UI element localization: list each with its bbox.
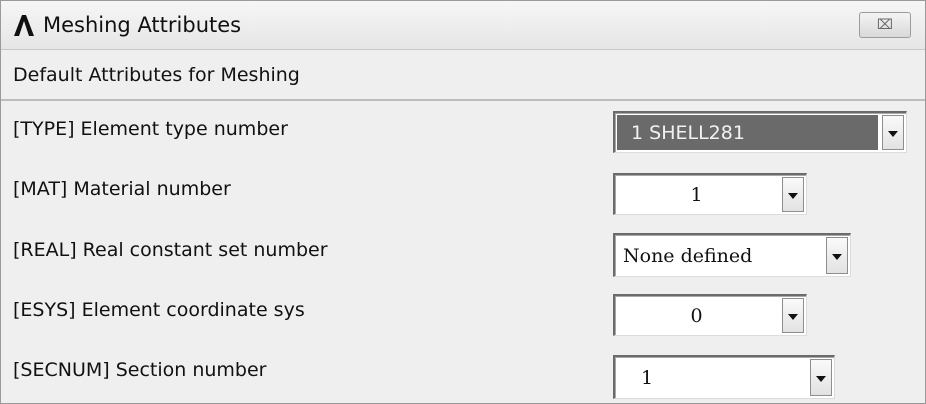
element-coordinate-select[interactable]: 0 [613, 294, 807, 336]
real-constant-label: [REAL] Real constant set number [13, 239, 328, 261]
element-type-label: [TYPE] Element type number [13, 118, 288, 140]
section-header-label: Default Attributes for Meshing [13, 64, 300, 86]
row-element-type: [TYPE] Element type number 1 SHELL281 [1, 101, 925, 161]
material-select[interactable]: 1 [613, 173, 807, 215]
chevron-down-icon[interactable] [782, 298, 804, 333]
element-type-select[interactable]: 1 SHELL281 [613, 111, 907, 153]
chevron-down-icon[interactable] [826, 237, 848, 274]
chevron-down-icon[interactable] [782, 177, 804, 212]
title-bar[interactable]: Meshing Attributes ⌧ [1, 1, 925, 50]
element-coordinate-value: 0 [690, 304, 703, 327]
material-label: [MAT] Material number [13, 178, 231, 200]
ansys-logo-icon [14, 15, 34, 36]
close-button[interactable]: ⌧ [859, 12, 911, 38]
section-header: Default Attributes for Meshing [1, 49, 925, 101]
meshing-attributes-dialog: Meshing Attributes ⌧ Default Attributes … [0, 0, 926, 404]
row-section-number: [SECNUM] Section number 1 [1, 343, 925, 403]
section-number-select[interactable]: 1 [613, 355, 835, 399]
close-icon: ⌧ [876, 17, 894, 33]
element-type-value: 1 SHELL281 [617, 115, 878, 150]
row-material: [MAT] Material number 1 [1, 161, 925, 221]
material-value: 1 [690, 183, 703, 206]
real-constant-value: None defined [623, 244, 753, 267]
section-number-value: 1 [641, 366, 654, 389]
element-coordinate-label: [ESYS] Element coordinate sys [13, 299, 305, 321]
chevron-down-icon[interactable] [882, 115, 904, 150]
section-number-label: [SECNUM] Section number [13, 359, 267, 381]
real-constant-select[interactable]: None defined [613, 233, 851, 277]
chevron-down-icon[interactable] [810, 359, 832, 396]
row-real-constant: [REAL] Real constant set number None def… [1, 221, 925, 283]
row-element-coordinate: [ESYS] Element coordinate sys 0 [1, 283, 925, 343]
window-title: Meshing Attributes [43, 13, 242, 37]
